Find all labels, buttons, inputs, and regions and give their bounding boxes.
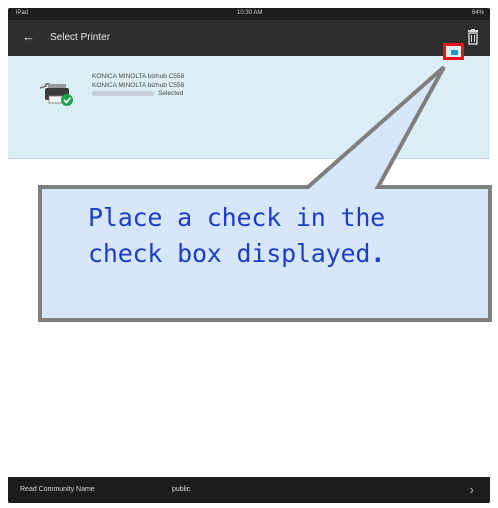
callout-line-2: check box displayed. xyxy=(88,236,478,272)
printer-info: KONICA MINOLTA bizhub C558 KONICA MINOLT… xyxy=(92,73,184,99)
bottom-bar[interactable]: Read Community Name public › xyxy=(8,477,490,503)
callout-text: Place a check in the check box displayed… xyxy=(88,200,478,272)
community-name-value: public xyxy=(172,486,191,493)
chevron-right-icon[interactable]: › xyxy=(470,482,474,497)
app-bar: ← Select Printer xyxy=(8,20,490,56)
page-title: Select Printer xyxy=(50,32,111,43)
printer-status: Selected xyxy=(158,90,184,97)
checkbox-highlight xyxy=(443,43,464,60)
trash-icon[interactable] xyxy=(466,29,480,45)
status-battery: 64% xyxy=(471,10,484,16)
arrow-left-icon[interactable]: ← xyxy=(22,30,36,44)
status-device-label: iPad xyxy=(16,10,29,16)
status-time: 10:30 AM xyxy=(237,10,263,16)
community-name-label: Read Community Name xyxy=(20,486,95,493)
printer-name: KONICA MINOLTA bizhub C558 xyxy=(92,73,185,80)
printer-model: KONICA MINOLTA bizhub C558 xyxy=(92,81,185,89)
printer-check-icon xyxy=(39,83,73,106)
printer-list-item[interactable]: KONICA MINOLTA bizhub C558 KONICA MINOLT… xyxy=(8,56,490,159)
status-bar: iPad 10:30 AM 64% xyxy=(8,8,490,20)
callout-line-1: Place a check in the xyxy=(88,203,386,232)
callout-line-2-text: check box displayed xyxy=(88,239,371,268)
callout-period: . xyxy=(370,239,386,268)
ip-address-redacted xyxy=(92,90,154,96)
select-checkbox[interactable] xyxy=(451,50,458,55)
printer-status-line: Selected xyxy=(92,90,184,99)
